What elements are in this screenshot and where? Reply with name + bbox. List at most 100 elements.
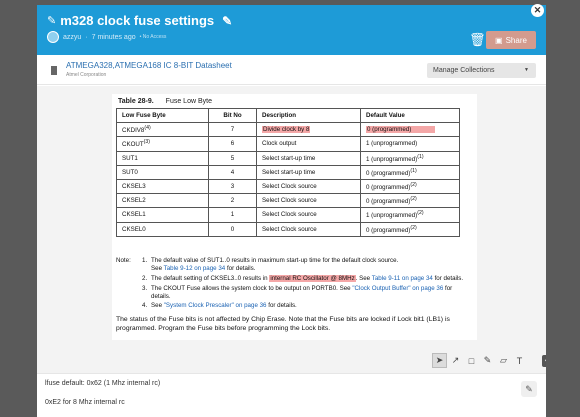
cell-desc: Select start-up time bbox=[256, 164, 361, 180]
eraser-icon[interactable]: ⌫ bbox=[542, 354, 546, 367]
rectangle-tool-icon[interactable]: □ bbox=[464, 353, 479, 368]
document-title-link[interactable]: ATMEGA328,ATMEGA168 IC 8-BIT Datasheet bbox=[66, 61, 232, 70]
table-row: CKOUT(3) 6 Clock output 1 (unprogrammed) bbox=[116, 136, 460, 152]
value-text: 0 (programmed) bbox=[366, 169, 411, 177]
clip-note-line-2: 0xE2 for 8 Mhz internal rc bbox=[45, 399, 125, 406]
table-header-row: Low Fuse Byte Bit No Description Default… bbox=[116, 107, 460, 124]
cell-bit: 0 bbox=[208, 221, 257, 237]
clip-title: ✎ m328 clock fuse settings ✎ bbox=[47, 13, 232, 28]
note-text-part: for details. bbox=[266, 301, 297, 309]
col-header: Description bbox=[256, 107, 361, 124]
cell-name: CKDIV8(4) bbox=[116, 122, 209, 138]
document-viewer: Table 28-9. Fuse Low Byte Low Fuse Byte B… bbox=[37, 86, 546, 373]
fuse-table: Low Fuse Byte Bit No Description Default… bbox=[116, 107, 460, 237]
table-row: CKSEL0 0 Select Clock source 0 (programm… bbox=[116, 221, 460, 237]
table-caption-number: Table 28-9. bbox=[118, 98, 154, 105]
cell-name: SUT1 bbox=[116, 150, 209, 166]
note-item: 4. See "System Clock Prescaler" on page … bbox=[116, 302, 471, 310]
value-text: 1 (unprogrammed) bbox=[366, 212, 418, 220]
note-text-part: The CKOUT Fuse allows the system clock t… bbox=[151, 284, 353, 292]
footnote-ref: (4) bbox=[144, 125, 151, 132]
note-text-part: . See bbox=[355, 275, 372, 283]
col-header: Default Value bbox=[360, 107, 460, 124]
table-row: SUT1 5 Select start-up time 1 (unprogram… bbox=[116, 150, 460, 166]
note-link[interactable]: Table 9-11 on page 34 bbox=[372, 275, 433, 282]
note-text-part: for details. bbox=[225, 265, 256, 273]
cell-bit: 7 bbox=[208, 122, 257, 138]
pen-tool-icon[interactable]: ✎ bbox=[480, 353, 495, 368]
footnote-ref: (2) bbox=[410, 224, 417, 231]
note-indent bbox=[116, 285, 142, 301]
share-label: Share bbox=[505, 35, 527, 45]
value-text: 0 (programmed) bbox=[366, 226, 411, 234]
avatar bbox=[47, 31, 59, 43]
cell-name: CKSEL3 bbox=[116, 178, 209, 195]
clip-card: ✎ m328 clock fuse settings ✎ azzyu · 7 m… bbox=[37, 5, 546, 417]
highlight-note[interactable]: internal RC Oscillator @ 8MHz bbox=[269, 275, 356, 283]
fuse-status-paragraph: The status of the Fuse bits is not affec… bbox=[116, 316, 450, 333]
manage-collections-dropdown[interactable]: Manage Collections ▼ bbox=[427, 63, 536, 78]
clip-note-line-1: lfuse default: 0x62 (1 Mhz internal rc) bbox=[45, 380, 161, 387]
note-link[interactable]: Table 9-12 on page 34 bbox=[164, 265, 226, 272]
note-link[interactable]: "System Clock Prescaler" on page 36 bbox=[164, 302, 267, 309]
clip-image: Table 28-9. Fuse Low Byte Low Fuse Byte B… bbox=[112, 94, 477, 340]
document-bar: ATMEGA328,ATMEGA168 IC 8-BIT Datasheet A… bbox=[37, 57, 546, 85]
note-text-part: See bbox=[151, 265, 164, 273]
clip-header: ✎ m328 clock fuse settings ✎ azzyu · 7 m… bbox=[37, 5, 546, 55]
author-name[interactable]: azzyu bbox=[63, 34, 81, 41]
edit-title-icon[interactable]: ✎ bbox=[222, 14, 232, 28]
highlight-value[interactable]: 0 (programmed) bbox=[366, 126, 436, 134]
notes-label: Note: bbox=[116, 257, 131, 264]
cell-bit: 3 bbox=[208, 178, 257, 195]
col-header: Bit No bbox=[208, 107, 257, 124]
cell-desc: Select start-up time bbox=[256, 150, 361, 166]
table-row: CKSEL3 3 Select Clock source 0 (programm… bbox=[116, 178, 460, 195]
cell-desc: Select Clock source bbox=[256, 207, 361, 223]
cell-name: CKSEL2 bbox=[116, 193, 209, 209]
cell-value: 1 (unprogrammed)(2) bbox=[360, 207, 460, 223]
clip-title-text: m328 clock fuse settings bbox=[60, 13, 215, 28]
cell-value: 0 (programmed)(2) bbox=[360, 178, 460, 195]
edit-note-icon[interactable]: ✎ bbox=[521, 381, 537, 397]
footnote-ref: (2) bbox=[417, 210, 424, 217]
select-tool-icon[interactable]: ➤ bbox=[432, 353, 447, 368]
value-text: 0 (programmed) bbox=[366, 198, 411, 206]
note-indent bbox=[116, 302, 142, 310]
note-item: 2. The default setting of CKSEL3..0 resu… bbox=[116, 275, 471, 283]
note-number: 2. bbox=[142, 275, 148, 283]
note-item: 3. The CKOUT Fuse allows the system cloc… bbox=[116, 285, 471, 301]
cell-desc: Select Clock source bbox=[256, 221, 361, 237]
tag-icon: ✎ bbox=[47, 15, 57, 27]
chevron-down-icon: ▼ bbox=[524, 67, 529, 73]
footnote-ref: (3) bbox=[143, 139, 150, 146]
highlight-desc[interactable]: Divide clock by 8 bbox=[262, 126, 311, 134]
note-item: Note: 1. The default value of SUT1..0 re… bbox=[116, 257, 471, 273]
footnote-ref: (2) bbox=[410, 196, 417, 203]
trash-icon[interactable]: 🗑 bbox=[469, 32, 486, 48]
note-text-part: The default value of SUT1..0 results in … bbox=[151, 257, 399, 264]
document-publisher: Atmel Corporation bbox=[66, 72, 107, 78]
table-notes: Note: 1. The default value of SUT1..0 re… bbox=[116, 257, 471, 310]
cell-value: 1 (unprogrammed) bbox=[360, 136, 460, 152]
arrow-tool-icon[interactable]: ↗ bbox=[448, 353, 463, 368]
note-text: The default value of SUT1..0 results in … bbox=[151, 257, 471, 273]
cell-name: CKOUT(3) bbox=[116, 136, 209, 152]
note-link[interactable]: "Clock Output Buffer" on page 36 bbox=[352, 285, 443, 292]
close-icon[interactable]: ✕ bbox=[531, 4, 544, 17]
annotation-toolbar: ➤ ↗ □ ✎ ▱ T ⌫ bbox=[432, 353, 546, 368]
cell-bit: 6 bbox=[208, 136, 257, 152]
share-icon: ▣ bbox=[495, 35, 503, 45]
text-tool-icon[interactable]: T bbox=[512, 353, 527, 368]
share-button[interactable]: ▣ Share bbox=[486, 31, 536, 49]
note-text-part: See bbox=[151, 301, 164, 309]
bullet: · bbox=[85, 33, 88, 41]
highlighter-tool-icon[interactable]: ▱ bbox=[496, 353, 511, 368]
fuse-name: CKDIV8 bbox=[122, 127, 145, 135]
cell-value: 0 (programmed)(1) bbox=[360, 164, 460, 180]
table-row: SUT0 4 Select start-up time 0 (programme… bbox=[116, 164, 460, 180]
cell-name: SUT0 bbox=[116, 164, 209, 180]
cell-desc: Select Clock source bbox=[256, 193, 361, 209]
cell-bit: 5 bbox=[208, 150, 257, 166]
cell-name: CKSEL0 bbox=[116, 221, 209, 237]
bookmark-icon bbox=[51, 66, 57, 75]
